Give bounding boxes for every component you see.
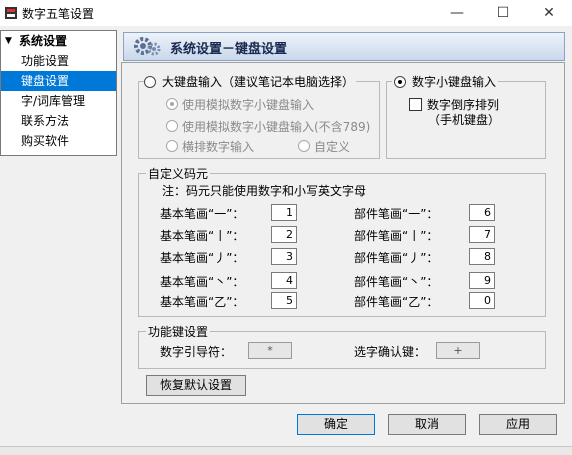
confirm-key-label: 选字确认键： xyxy=(354,345,427,359)
basic-stroke-5-label: 基本笔画“乙”： xyxy=(160,295,245,309)
basic-stroke-3-label: 基本笔画“丿”： xyxy=(160,251,245,265)
part-stroke-4-input[interactable]: 9 xyxy=(469,272,495,289)
keyboard-settings-panel: 大键盘输入（建议笔记本电脑选择） 使用模拟数字小键盘输入 使用模拟数字小键盘输入… xyxy=(121,62,565,404)
big-keyboard-label: 大键盘输入（建议笔记本电脑选择） xyxy=(162,75,355,89)
basic-stroke-2-input[interactable]: 2 xyxy=(271,226,297,243)
sim-numpad-option[interactable]: 使用模拟数字小键盘输入 xyxy=(166,96,314,113)
gears-icon xyxy=(132,35,162,60)
basic-stroke-5-input[interactable]: 5 xyxy=(271,292,297,309)
part-stroke-4-label: 部件笔画“丶”： xyxy=(354,275,439,289)
basic-stroke-4-input[interactable]: 4 xyxy=(271,272,297,289)
part-stroke-5-input[interactable]: 0 xyxy=(469,292,495,309)
tree-item-label: 联系方法 xyxy=(21,114,70,128)
custom-option[interactable]: 自定义 xyxy=(298,138,350,155)
minimize-button[interactable]: — xyxy=(434,0,480,26)
part-stroke-3-label: 部件笔画“丿”： xyxy=(354,251,439,265)
tree-item-label: 功能设置 xyxy=(21,54,70,68)
part-stroke-1-input[interactable]: 6 xyxy=(469,204,495,221)
tree-item-dictionary[interactable]: 字/词库管理 xyxy=(1,91,116,111)
guide-symbol-input[interactable]: * xyxy=(248,342,292,359)
basic-stroke-1-label: 基本笔画“一”： xyxy=(160,207,245,221)
custom-label: 自定义 xyxy=(314,140,351,154)
basic-stroke-1-input[interactable]: 1 xyxy=(271,204,297,221)
custom-codes-note: 注：码元只能使用数字和小写英文字母 xyxy=(162,184,367,198)
horizontal-digits-label: 横排数字输入 xyxy=(182,140,255,154)
basic-stroke-2-label: 基本笔画“丨”： xyxy=(160,229,245,243)
tree-item-label: 购买软件 xyxy=(21,134,70,148)
restore-defaults-button[interactable]: 恢复默认设置 xyxy=(146,375,246,396)
window-title: 数字五笔设置 xyxy=(22,7,95,21)
tree-group-system-settings[interactable]: ▼ 系统设置 xyxy=(1,31,116,51)
part-stroke-5-label: 部件笔画“乙”： xyxy=(354,295,439,309)
guide-symbol-label: 数字引导符： xyxy=(160,345,233,359)
tree-item-keyboard-settings[interactable]: 键盘设置 xyxy=(1,71,116,91)
settings-tree: ▼ 系统设置 功能设置 键盘设置 字/词库管理 联系方法 购买软件 xyxy=(0,30,117,156)
sim-numpad-no789-label: 使用模拟数字小键盘输入(不含789) xyxy=(182,120,371,134)
tree-item-label: 键盘设置 xyxy=(21,74,70,88)
ok-button[interactable]: 确定 xyxy=(297,414,375,435)
page-title: 系统设置－键盘设置 xyxy=(170,42,288,57)
collapse-arrow-icon[interactable]: ▼ xyxy=(5,31,12,51)
close-button[interactable]: ✕ xyxy=(526,0,572,26)
sim-numpad-label: 使用模拟数字小键盘输入 xyxy=(182,98,315,112)
big-keyboard-option[interactable]: 大键盘输入（建议笔记本电脑选择） xyxy=(144,73,357,90)
function-keys-legend: 功能键设置 xyxy=(146,323,211,340)
tree-group-label: 系统设置 xyxy=(19,34,68,48)
sim-numpad-no789-option[interactable]: 使用模拟数字小键盘输入(不含789) xyxy=(166,118,370,135)
title-bar: 数字五笔设置 — ☐ ✕ xyxy=(0,0,572,26)
tree-item-function-settings[interactable]: 功能设置 xyxy=(1,51,116,71)
apply-button[interactable]: 应用 xyxy=(479,414,557,435)
basic-stroke-3-input[interactable]: 3 xyxy=(271,248,297,265)
big-keyboard-radio[interactable] xyxy=(144,76,156,88)
maximize-button[interactable]: ☐ xyxy=(480,0,526,26)
page-header: 系统设置－键盘设置 xyxy=(123,32,565,61)
horizontal-digits-option[interactable]: 横排数字输入 xyxy=(166,138,254,155)
small-keyboard-label: 数字小键盘输入 xyxy=(412,75,497,89)
tree-item-contact[interactable]: 联系方法 xyxy=(1,111,116,131)
part-stroke-2-input[interactable]: 7 xyxy=(469,226,495,243)
tree-item-purchase[interactable]: 购买软件 xyxy=(1,131,116,151)
phone-keyboard-note: （手机键盘） xyxy=(428,113,501,127)
basic-stroke-4-label: 基本笔画“丶”： xyxy=(160,275,245,289)
reverse-digits-label: 数字倒序排列 xyxy=(427,98,500,112)
custom-codes-legend: 自定义码元 xyxy=(146,165,211,182)
confirm-key-input[interactable]: + xyxy=(436,342,480,359)
part-stroke-1-label: 部件笔画“一”： xyxy=(354,207,439,221)
part-stroke-2-label: 部件笔画“丨”： xyxy=(354,229,439,243)
cancel-button[interactable]: 取消 xyxy=(388,414,466,435)
part-stroke-3-input[interactable]: 8 xyxy=(469,248,495,265)
small-keyboard-option[interactable]: 数字小键盘输入 xyxy=(392,73,499,90)
app-icon xyxy=(4,6,18,20)
tree-item-label: 字/词库管理 xyxy=(21,94,86,108)
